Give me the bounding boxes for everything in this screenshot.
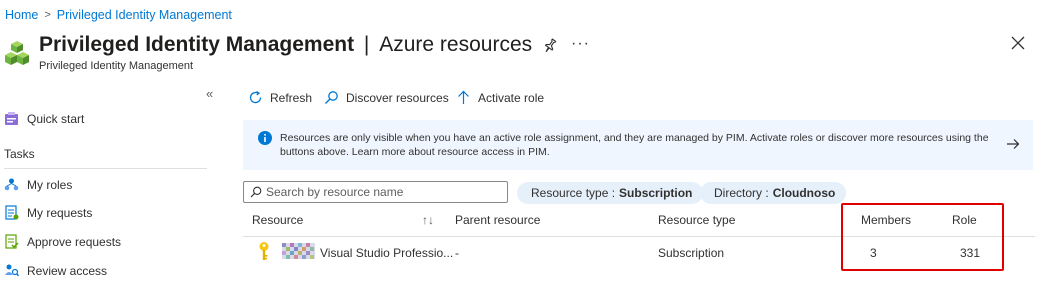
page-title-main: Privileged Identity Management: [39, 33, 355, 56]
refresh-icon: [249, 90, 262, 104]
column-header-resource[interactable]: Resource: [252, 213, 303, 227]
search-box[interactable]: [243, 181, 508, 203]
sidebar-item-label: Quick start: [27, 111, 85, 126]
column-header-role[interactable]: Role: [952, 213, 977, 227]
refresh-button[interactable]: Refresh: [248, 90, 312, 105]
info-banner-text: Resources are only visible when you have…: [280, 132, 989, 158]
breadcrumb: Home > Privileged Identity Management: [5, 8, 232, 22]
search-icon: [250, 186, 262, 198]
discover-resources-button[interactable]: Discover resources: [324, 90, 449, 105]
close-icon[interactable]: [1011, 36, 1025, 50]
members-cell: 3: [870, 246, 877, 260]
discover-label: Discover resources: [346, 90, 449, 105]
sidebar-item-label: My requests: [27, 205, 93, 220]
search-input[interactable]: [266, 185, 496, 199]
sidebar-section-tasks: Tasks: [4, 147, 35, 161]
breadcrumb-separator: >: [44, 9, 51, 21]
pin-icon[interactable]: [543, 38, 557, 54]
search-icon: [325, 91, 338, 104]
arrow-up-icon: [458, 90, 469, 104]
filter-label: Resource type :: [531, 186, 616, 200]
activate-role-button[interactable]: Activate role: [456, 90, 544, 105]
my-roles-icon: [4, 178, 19, 191]
sidebar-divider: [4, 168, 207, 169]
sidebar-item-review-access[interactable]: Review access: [4, 263, 107, 278]
approve-requests-icon: [5, 234, 19, 249]
column-header-parent-resource[interactable]: Parent resource: [455, 213, 540, 227]
subscription-thumbnail-icon: [282, 243, 315, 259]
filter-value: Cloudnoso: [772, 186, 836, 200]
activate-label: Activate role: [478, 90, 545, 105]
role-cell: 331: [960, 246, 981, 260]
filter-pill-resource-type[interactable]: Resource type : Subscription: [517, 182, 704, 204]
my-requests-icon: [5, 205, 19, 220]
filter-value: Subscription: [619, 186, 693, 200]
sidebar-item-label: Review access: [27, 263, 108, 278]
page-subtitle: Privileged Identity Management: [39, 60, 194, 72]
arrow-right-icon[interactable]: [1006, 138, 1020, 150]
column-header-members[interactable]: Members: [861, 213, 911, 227]
page-title: Privileged Identity Management | Azure r…: [39, 33, 532, 57]
filter-pill-directory[interactable]: Directory : Cloudnoso: [700, 182, 847, 204]
sidebar-item-label: Approve requests: [27, 234, 122, 249]
sidebar-item-label: My roles: [27, 177, 73, 192]
filter-label: Directory :: [714, 186, 769, 200]
sidebar-item-quick-start[interactable]: Quick start: [4, 111, 84, 126]
title-divider: |: [363, 33, 370, 56]
column-header-resource-type[interactable]: Resource type: [658, 213, 735, 227]
more-options-icon[interactable]: ···: [571, 35, 590, 53]
review-access-icon: [5, 264, 19, 277]
refresh-label: Refresh: [270, 90, 313, 105]
quick-start-icon: [5, 112, 18, 125]
key-icon: [259, 242, 269, 260]
table-header-divider: [243, 236, 1035, 237]
sidebar-item-my-roles[interactable]: My roles: [4, 177, 72, 192]
page-title-section: Azure resources: [379, 33, 533, 56]
sort-icon[interactable]: ↑↓: [422, 213, 434, 227]
collapse-sidebar-icon[interactable]: «: [206, 86, 213, 101]
sidebar-item-my-requests[interactable]: My requests: [4, 205, 92, 220]
sidebar-item-approve-requests[interactable]: Approve requests: [4, 234, 121, 249]
breadcrumb-pim[interactable]: Privileged Identity Management: [57, 8, 232, 22]
info-icon: [258, 131, 272, 145]
resource-name-link[interactable]: Visual Studio Professio...: [320, 246, 453, 260]
parent-resource-cell: -: [455, 246, 459, 260]
breadcrumb-home[interactable]: Home: [5, 8, 38, 22]
pim-cubes-icon: [5, 41, 29, 65]
resource-type-cell: Subscription: [658, 246, 725, 260]
